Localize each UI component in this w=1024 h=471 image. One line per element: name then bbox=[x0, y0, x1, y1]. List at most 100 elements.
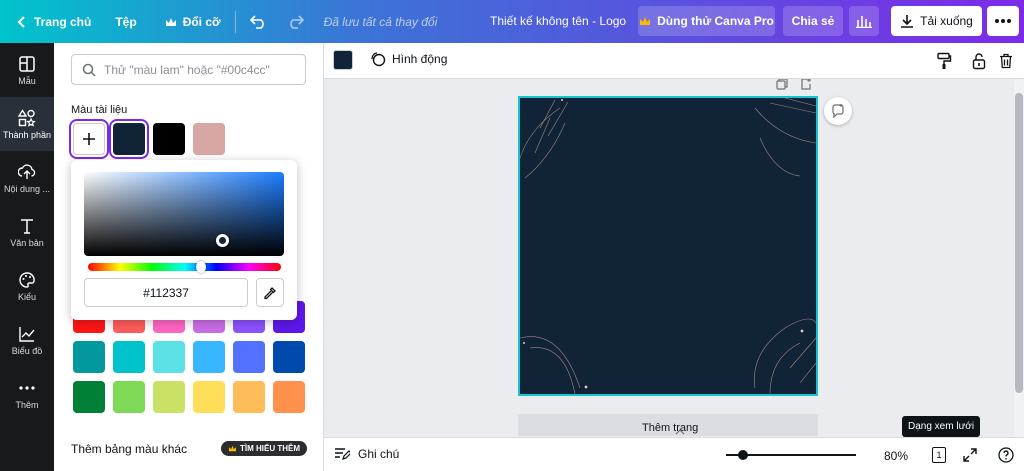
sidebar-item-charts[interactable]: Biểu đồ bbox=[0, 313, 54, 367]
bottom-bar: Ghi chú 80% 1 bbox=[324, 437, 1024, 471]
download-icon bbox=[901, 15, 914, 28]
palette-swatch[interactable] bbox=[193, 381, 225, 413]
add-color-button[interactable] bbox=[73, 123, 105, 155]
insights-button[interactable] bbox=[849, 6, 879, 36]
notes-button[interactable]: Ghi chú bbox=[334, 447, 399, 461]
crown-icon bbox=[165, 17, 176, 26]
sidebar-item-label: Thành phần bbox=[2, 129, 52, 140]
collapse-handle[interactable] bbox=[670, 429, 690, 437]
more-options-button[interactable] bbox=[987, 6, 1019, 36]
save-status: Đã lưu tất cả thay đổi bbox=[323, 14, 438, 29]
redo-button[interactable] bbox=[280, 7, 310, 37]
help-icon bbox=[998, 447, 1014, 463]
chevron-up-icon bbox=[675, 429, 685, 435]
color-search[interactable]: Thử "màu lam" hoặc "#00c4cc" bbox=[71, 54, 306, 85]
saturation-value-area[interactable] bbox=[84, 172, 284, 256]
palette-swatch[interactable] bbox=[273, 341, 305, 373]
more-horizontal-icon bbox=[995, 19, 1011, 23]
duplicate-icon bbox=[776, 79, 788, 90]
palette-icon bbox=[19, 271, 35, 288]
bar-chart-icon bbox=[856, 16, 872, 28]
sidebar-item-more[interactable]: Thêm bbox=[0, 367, 54, 421]
crown-icon bbox=[229, 445, 236, 452]
doc-color-swatch[interactable] bbox=[193, 123, 225, 155]
decorative-lines bbox=[520, 98, 816, 394]
palette-swatch[interactable] bbox=[153, 341, 185, 373]
help-button[interactable] bbox=[996, 445, 1016, 465]
download-button[interactable]: Tải xuống bbox=[891, 6, 982, 36]
plus-icon bbox=[83, 133, 95, 145]
palette-swatch[interactable] bbox=[233, 341, 265, 373]
palette-swatch[interactable] bbox=[273, 381, 305, 413]
doc-color-swatch[interactable] bbox=[113, 123, 145, 155]
template-icon bbox=[19, 55, 35, 72]
add-page-bar[interactable]: Thêm trang bbox=[518, 414, 818, 436]
fullscreen-button[interactable] bbox=[960, 445, 980, 465]
page-count-icon: 1 bbox=[932, 447, 946, 463]
sidebar-item-styles[interactable]: Kiểu bbox=[0, 259, 54, 313]
color-picker-popover: #112337 bbox=[71, 160, 297, 320]
learn-more-label: TÌM HIỂU THÊM bbox=[240, 444, 300, 453]
lock-button[interactable] bbox=[969, 51, 989, 71]
paint-roller-icon bbox=[937, 52, 952, 69]
animate-icon bbox=[371, 52, 386, 67]
trash-icon bbox=[1000, 53, 1012, 69]
palette-swatch[interactable] bbox=[153, 381, 185, 413]
add-page-button[interactable] bbox=[798, 79, 814, 91]
more-icon bbox=[19, 385, 35, 390]
palette-swatch[interactable] bbox=[233, 381, 265, 413]
share-button[interactable]: Chia sẻ bbox=[783, 6, 843, 36]
palette-swatch[interactable] bbox=[73, 341, 105, 373]
grid-view-tooltip: Dạng xem lưới bbox=[902, 416, 981, 437]
comment-button[interactable] bbox=[824, 97, 852, 125]
hue-slider[interactable] bbox=[88, 261, 281, 273]
animate-button[interactable]: Hình động bbox=[370, 51, 447, 67]
add-page-icon bbox=[801, 79, 811, 90]
file-menu[interactable]: Tệp bbox=[109, 7, 142, 37]
sidebar-item-label: Biểu đồ bbox=[11, 345, 43, 356]
color-panel: Thử "màu lam" hoặc "#00c4cc" Màu tài liệ… bbox=[54, 43, 324, 471]
zoom-slider[interactable] bbox=[726, 449, 856, 461]
sidebar-item-text[interactable]: Văn bản bbox=[0, 205, 54, 259]
zoom-level[interactable]: 80% bbox=[884, 449, 908, 463]
home-label: Trang chủ bbox=[34, 14, 92, 29]
palette-swatch[interactable] bbox=[113, 341, 145, 373]
color-handle[interactable] bbox=[216, 234, 229, 247]
design-title[interactable]: Thiết kế không tên - Logo bbox=[490, 14, 626, 28]
sidebar-item-uploads[interactable]: Nội dung ... bbox=[0, 151, 54, 205]
share-label: Chia sẻ bbox=[791, 14, 835, 28]
redo-icon bbox=[289, 14, 304, 29]
undo-icon bbox=[249, 14, 264, 29]
doc-color-swatch[interactable] bbox=[153, 123, 185, 155]
delete-button[interactable] bbox=[996, 51, 1016, 71]
divider bbox=[234, 10, 236, 33]
left-sidebar: Mẫu Thành phần Nội dung ... Văn bản Kiểu… bbox=[0, 43, 54, 471]
canvas-area: Thêm trang bbox=[324, 79, 1014, 437]
duplicate-page-button[interactable] bbox=[774, 79, 790, 91]
resize-button[interactable]: Đổi cỡ bbox=[159, 7, 227, 37]
palette-swatch[interactable] bbox=[113, 381, 145, 413]
hex-input[interactable]: #112337 bbox=[84, 278, 248, 307]
scrollbar-thumb[interactable] bbox=[1015, 93, 1023, 393]
try-pro-button[interactable]: Dùng thử Canva Pro bbox=[638, 6, 775, 36]
eyedropper-button[interactable] bbox=[256, 278, 284, 307]
palette-swatch[interactable] bbox=[193, 341, 225, 373]
vertical-scrollbar[interactable] bbox=[1014, 79, 1024, 437]
expand-icon bbox=[963, 448, 977, 462]
copy-style-button[interactable] bbox=[934, 51, 954, 71]
sidebar-item-templates[interactable]: Mẫu bbox=[0, 43, 54, 97]
design-page[interactable] bbox=[518, 96, 818, 396]
grid-view-button[interactable]: 1 bbox=[929, 445, 949, 465]
text-color-button[interactable] bbox=[333, 50, 353, 70]
learn-more-badge[interactable]: TÌM HIỂU THÊM bbox=[221, 441, 307, 456]
hue-handle[interactable] bbox=[196, 261, 206, 273]
undo-button[interactable] bbox=[244, 7, 274, 37]
home-button[interactable]: Trang chủ bbox=[10, 7, 97, 37]
sidebar-item-elements[interactable]: Thành phần bbox=[0, 97, 54, 151]
zoom-handle[interactable] bbox=[738, 450, 748, 460]
crown-icon bbox=[640, 17, 651, 25]
palette-swatch[interactable] bbox=[73, 381, 105, 413]
notes-label: Ghi chú bbox=[358, 447, 400, 461]
top-bar: Trang chủ Tệp Đổi cỡ Đã lưu tất cả thay … bbox=[0, 0, 1024, 43]
editor-toolbar: Hình động bbox=[324, 43, 1024, 79]
